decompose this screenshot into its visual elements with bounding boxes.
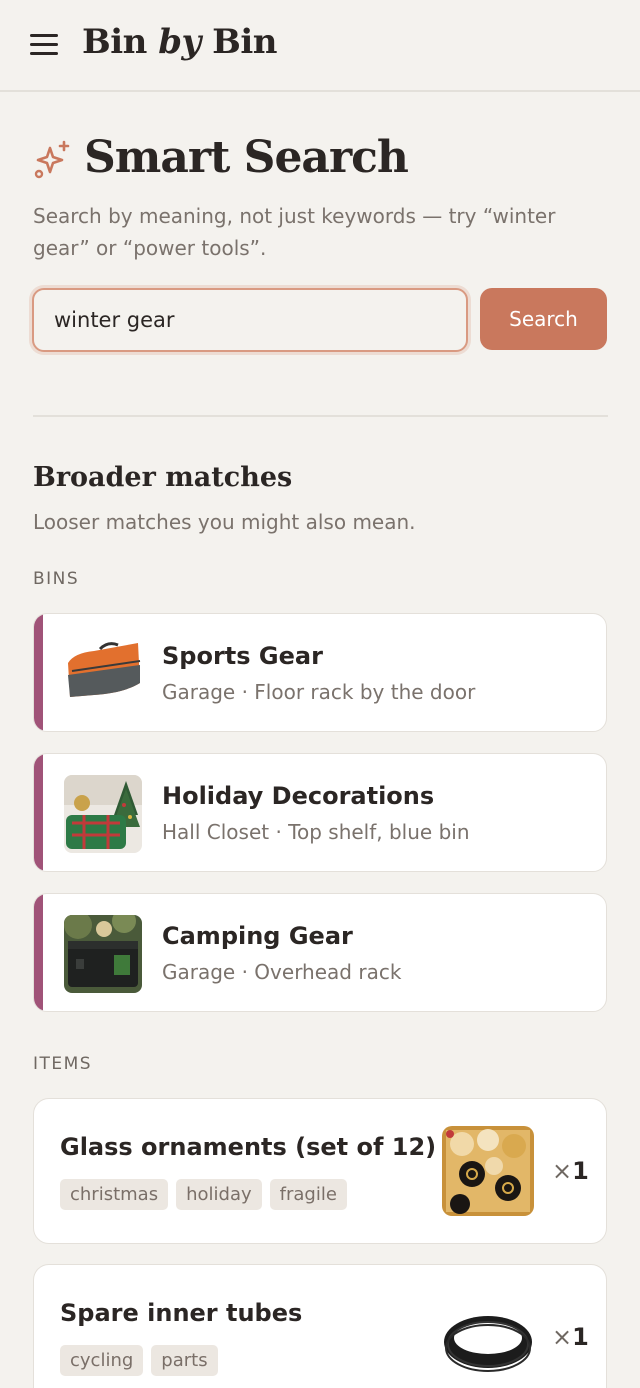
- tag[interactable]: parts: [151, 1345, 218, 1376]
- hamburger-menu-icon[interactable]: [30, 32, 58, 58]
- bin-card-sports-gear[interactable]: Sports Gear Garage · Floor rack by the d…: [33, 613, 607, 732]
- search-input[interactable]: [32, 288, 468, 352]
- search-button[interactable]: Search: [480, 288, 607, 350]
- items-group-label: ITEMS: [33, 1054, 93, 1074]
- section-divider: [33, 415, 608, 417]
- bin-color-stripe: [34, 894, 43, 1011]
- item-quantity: ×1: [552, 1157, 589, 1185]
- bin-name: Holiday Decorations: [162, 782, 435, 810]
- bin-name: Camping Gear: [162, 922, 353, 950]
- bin-location: Garage · Floor rack by the door: [162, 680, 476, 704]
- quantity-prefix: ×: [552, 1323, 573, 1351]
- page-subtitle: Search by meaning, not just keywords — t…: [33, 204, 556, 260]
- app-brand[interactable]: Bin by Bin: [82, 22, 277, 62]
- quantity-value: 1: [572, 1323, 589, 1351]
- sparkle-icon: [34, 140, 70, 179]
- duffel-bag-photo: [64, 635, 142, 713]
- bin-card-camping-gear[interactable]: Camping Gear Garage · Overhead rack: [33, 893, 607, 1012]
- bin-location: Garage · Overhead rack: [162, 960, 402, 984]
- bin-name: Sports Gear: [162, 642, 323, 670]
- brand-word-1: Bin: [82, 22, 147, 62]
- item-card-spare-inner-tubes[interactable]: Spare inner tubes cycling parts ×1: [33, 1264, 607, 1388]
- bins-group-label: BINS: [33, 569, 80, 589]
- quantity-prefix: ×: [552, 1157, 573, 1185]
- item-tags: cycling parts: [60, 1345, 218, 1376]
- section-subtitle: Looser matches you might also mean.: [33, 510, 416, 534]
- item-name: Glass ornaments (set of 12): [60, 1133, 437, 1161]
- holiday-storage-bag-photo: [64, 775, 142, 853]
- tag[interactable]: christmas: [60, 1179, 169, 1210]
- tag[interactable]: cycling: [60, 1345, 144, 1376]
- section-title: Broader matches: [33, 462, 293, 493]
- item-name: Spare inner tubes: [60, 1299, 303, 1327]
- bin-color-stripe: [34, 754, 43, 871]
- item-card-glass-ornaments[interactable]: Glass ornaments (set of 12) christmas ho…: [33, 1098, 607, 1244]
- inner-tube-photo: [442, 1292, 534, 1382]
- tag[interactable]: holiday: [176, 1179, 262, 1210]
- camping-case-photo: [64, 915, 142, 993]
- bin-location: Hall Closet · Top shelf, blue bin: [162, 820, 470, 844]
- brand-word-3: Bin: [212, 22, 277, 62]
- bin-card-holiday-decorations[interactable]: Holiday Decorations Hall Closet · Top sh…: [33, 753, 607, 872]
- item-tags: christmas holiday fragile: [60, 1179, 347, 1210]
- quantity-value: 1: [572, 1157, 589, 1185]
- top-bar: Bin by Bin: [0, 0, 640, 92]
- page-title: Smart Search: [84, 132, 409, 183]
- tag[interactable]: fragile: [269, 1179, 347, 1210]
- ornaments-photo: [442, 1126, 534, 1216]
- item-quantity: ×1: [552, 1323, 589, 1351]
- brand-word-2: by: [158, 22, 201, 62]
- bin-color-stripe: [34, 614, 43, 731]
